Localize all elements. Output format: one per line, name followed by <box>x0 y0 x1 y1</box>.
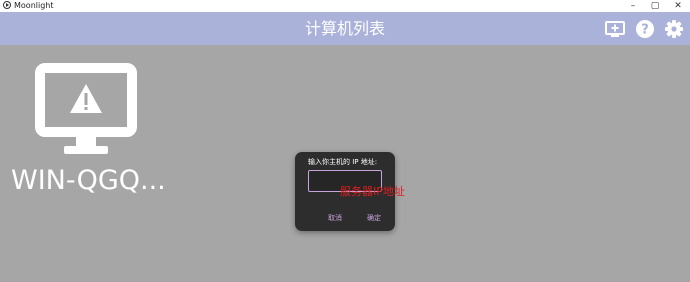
app-header: 计算机列表 ? <box>0 12 690 45</box>
settings-button[interactable] <box>663 18 685 40</box>
maximize-icon[interactable]: ▢ <box>645 0 665 12</box>
moonlight-logo-icon <box>3 1 11 9</box>
minimize-icon[interactable]: – <box>623 0 643 12</box>
annotation-label: 服务器IP地址 <box>340 185 405 198</box>
close-icon[interactable]: ✕ <box>668 0 688 12</box>
window-titlebar: Moonlight – ▢ ✕ <box>0 0 690 12</box>
help-icon: ? <box>636 20 654 38</box>
window-title: Moonlight <box>14 1 54 10</box>
add-pc-icon <box>605 21 625 37</box>
computer-warning-icon <box>35 63 137 154</box>
dialog-title: 输入你主机的 IP 地址: <box>308 158 378 166</box>
help-button[interactable]: ? <box>634 18 656 40</box>
add-pc-button[interactable] <box>604 18 626 40</box>
ok-button[interactable]: 确定 <box>367 212 381 224</box>
cancel-button[interactable]: 取消 <box>328 212 342 224</box>
svg-text:?: ? <box>641 23 649 38</box>
gear-icon <box>665 20 683 38</box>
page-title: 计算机列表 <box>304 19 385 38</box>
computer-name[interactable]: WIN-QGQ... <box>11 164 166 198</box>
